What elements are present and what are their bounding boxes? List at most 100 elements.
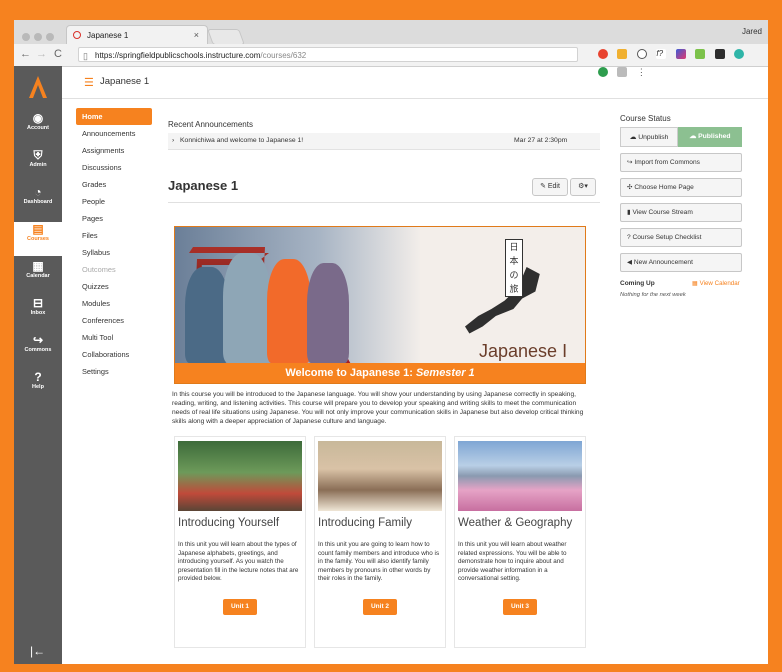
- extension-icon[interactable]: [695, 49, 706, 59]
- unit-card: Weather & Geography In this unit you wil…: [454, 436, 586, 648]
- published-label: Published: [698, 133, 731, 140]
- collapse-nav-icon[interactable]: |←: [30, 644, 45, 658]
- extension-icon[interactable]: [734, 49, 745, 59]
- button-label: Course Setup Checklist: [632, 234, 702, 241]
- global-nav-courses[interactable]: ▤ Courses: [14, 222, 62, 256]
- extension-icon[interactable]: [675, 49, 686, 59]
- extension-icon[interactable]: [617, 49, 628, 59]
- inbox-icon: ⊟: [32, 296, 44, 310]
- published-button[interactable]: ☁ Published: [678, 127, 742, 147]
- global-nav-admin[interactable]: ⛨ Admin: [14, 148, 62, 182]
- announcement-row[interactable]: › Konnichiwa and welcome to Japanese 1! …: [168, 133, 600, 150]
- coming-up-heading: Coming Up: [620, 280, 655, 287]
- edit-button[interactable]: ✎ Edit: [532, 178, 568, 196]
- check-cloud-icon: ☁: [689, 133, 699, 140]
- course-nav-files[interactable]: Files: [76, 227, 152, 244]
- course-nav-grades[interactable]: Grades: [76, 176, 152, 193]
- global-nav-inbox[interactable]: ⊟ Inbox: [14, 296, 62, 330]
- unit-card: Introducing Family In this unit you are …: [314, 436, 446, 648]
- page-title: Japanese 1: [168, 178, 239, 193]
- tab-close-icon[interactable]: ×: [194, 30, 199, 40]
- breadcrumb-course-title[interactable]: Japanese 1: [100, 76, 149, 87]
- announcement-title[interactable]: Konnichiwa and welcome to Japanese 1!: [180, 133, 303, 149]
- unit-3-button[interactable]: Unit 3: [503, 599, 537, 615]
- global-nav-account[interactable]: ◉ Account: [14, 111, 62, 145]
- global-nav-commons[interactable]: ↪ Commons: [14, 333, 62, 367]
- address-bar-row: ← → C ▯ https://springfieldpublicschools…: [14, 44, 768, 77]
- view-course-stream-button[interactable]: ▮ View Course Stream: [620, 203, 742, 222]
- course-nav-discussions[interactable]: Discussions: [76, 159, 152, 176]
- close-window-icon[interactable]: [22, 33, 30, 41]
- global-nav-calendar[interactable]: ▦ Calendar: [14, 259, 62, 293]
- course-status-heading: Course Status: [620, 114, 671, 123]
- unit-2-button[interactable]: Unit 2: [363, 599, 397, 615]
- course-nav-conferences[interactable]: Conferences: [76, 312, 152, 329]
- button-label: View Course Stream: [632, 209, 693, 216]
- announcement-date: Mar 27 at 2:30pm: [514, 137, 568, 144]
- global-nav-label: Account: [27, 125, 49, 131]
- choose-home-page-button[interactable]: ✣ Choose Home Page: [620, 178, 742, 197]
- reload-icon[interactable]: C: [54, 48, 62, 60]
- zoom-window-icon[interactable]: [46, 33, 54, 41]
- global-nav-dashboard[interactable]: ◔ Dashboard: [14, 185, 62, 219]
- cloud-icon: ☁: [629, 134, 639, 141]
- calendar-icon: ▦: [692, 280, 700, 287]
- global-nav-label: Calendar: [26, 273, 50, 279]
- url-input[interactable]: ▯ https://springfieldpublicschools.instr…: [78, 47, 578, 62]
- course-header: ☰ Japanese 1: [62, 66, 768, 99]
- unit-title: Introducing Yourself: [178, 517, 280, 529]
- profile-name[interactable]: Jared: [742, 27, 762, 36]
- hamburger-menu-icon[interactable]: ☰: [84, 76, 94, 89]
- shield-icon: ⛨: [33, 148, 43, 162]
- global-nav-label: Help: [32, 384, 44, 390]
- calendar-icon: ▦: [32, 259, 44, 273]
- course-nav-assignments[interactable]: Assignments: [76, 142, 152, 159]
- banner-caption: Welcome to Japanese 1: Semester 1: [175, 363, 585, 383]
- formula-extension-icon[interactable]: f?: [656, 49, 667, 59]
- new-announcement-button[interactable]: ◀ New Announcement: [620, 253, 742, 272]
- global-nav-help[interactable]: ? Help: [14, 370, 62, 404]
- course-nav-multi-tool[interactable]: Multi Tool: [76, 329, 152, 346]
- course-navigation: Home Announcements Assignments Discussio…: [76, 108, 152, 380]
- unit-1-button[interactable]: Unit 1: [223, 599, 257, 615]
- banner-caption-text: Welcome to Japanese 1:: [285, 367, 416, 379]
- course-nav-syllabus[interactable]: Syllabus: [76, 244, 152, 261]
- button-label: New Announcement: [633, 259, 693, 266]
- canvas-logo[interactable]: [14, 66, 62, 108]
- unit-1-photo: [178, 441, 302, 511]
- extension-icon[interactable]: [636, 49, 647, 59]
- course-nav-home[interactable]: Home: [76, 108, 152, 125]
- button-label: Choose Home Page: [634, 184, 694, 191]
- settings-dropdown-button[interactable]: ⚙▾: [570, 178, 596, 196]
- browser-tab[interactable]: Japanese 1 ×: [66, 25, 208, 45]
- help-icon: ?: [34, 370, 42, 384]
- banner-caption-em: Semester 1: [415, 367, 475, 379]
- right-sidebar: Course Status ☁ Unpublish ☁ Published ↪ …: [620, 114, 742, 298]
- banner-japanese-label: Japanese I: [479, 341, 568, 361]
- view-calendar-link[interactable]: ▦ View Calendar: [692, 280, 740, 287]
- course-nav-settings[interactable]: Settings: [76, 363, 152, 380]
- forward-icon[interactable]: →: [36, 48, 47, 60]
- course-nav-quizzes[interactable]: Quizzes: [76, 278, 152, 295]
- unit-description: In this unit you are going to learn how …: [318, 541, 440, 582]
- unpublish-button[interactable]: ☁ Unpublish: [620, 127, 678, 147]
- minimize-window-icon[interactable]: [34, 33, 42, 41]
- course-nav-outcomes[interactable]: Outcomes: [76, 261, 152, 278]
- course-nav-pages[interactable]: Pages: [76, 210, 152, 227]
- course-nav-collaborations[interactable]: Collaborations: [76, 346, 152, 363]
- back-icon[interactable]: ←: [20, 48, 31, 60]
- canvas-favicon-icon: [73, 31, 81, 39]
- publish-toggle: ☁ Unpublish ☁ Published: [620, 127, 742, 147]
- unit-card: Introducing Yourself In this unit you wi…: [174, 436, 306, 648]
- course-nav-people[interactable]: People: [76, 193, 152, 210]
- import-from-commons-button[interactable]: ↪ Import from Commons: [620, 153, 742, 172]
- opera-extension-icon[interactable]: [598, 49, 608, 59]
- course-banner-image: 日本の旅 Japanese I Welcome to Japanese 1: S…: [174, 226, 586, 384]
- url-path: /courses/632: [260, 51, 307, 60]
- course-nav-modules[interactable]: Modules: [76, 295, 152, 312]
- course-setup-checklist-button[interactable]: ? Course Setup Checklist: [620, 228, 742, 247]
- course-nav-announcements[interactable]: Announcements: [76, 125, 152, 142]
- new-tab-button[interactable]: [207, 29, 245, 45]
- extension-icon[interactable]: [714, 49, 725, 59]
- unit-3-photo: [458, 441, 582, 511]
